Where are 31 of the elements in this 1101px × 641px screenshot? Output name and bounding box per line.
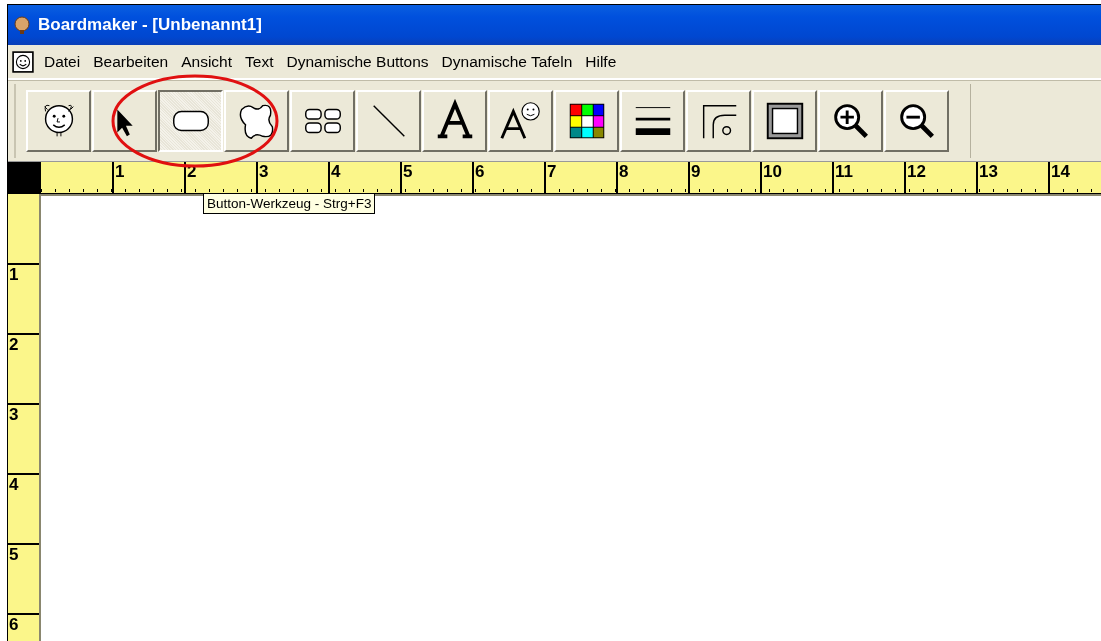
menu-item[interactable]: Text — [241, 52, 283, 71]
ruler-label: 1 — [8, 265, 19, 284]
ruler-label: 4 — [8, 475, 19, 494]
ruler-label: 3 — [8, 405, 19, 424]
ruler-label: 2 — [8, 335, 19, 354]
tooltip: Button-Werkzeug - Strg+F3 — [203, 193, 376, 214]
menu-item[interactable]: Hilfe — [581, 52, 626, 71]
face-icon — [12, 15, 32, 35]
ruler-label: 7 — [546, 162, 557, 181]
ruler-label: 6 — [474, 162, 485, 181]
ruler-label: 9 — [690, 162, 701, 181]
ruler-label: 12 — [906, 162, 926, 181]
face-icon[interactable] — [12, 50, 34, 73]
tool-button[interactable] — [158, 89, 223, 152]
ruler-label: 5 — [8, 545, 19, 564]
menu-item[interactable]: Dynamische Tafeln — [437, 52, 582, 71]
menu-item[interactable]: Datei — [40, 52, 90, 71]
ruler-label: 14 — [1050, 162, 1070, 181]
window-title: Boardmaker - [Unbenannt1] — [38, 15, 262, 35]
ruler-label: 13 — [978, 162, 998, 181]
ruler-label: 6 — [8, 615, 19, 634]
ruler-label: 4 — [330, 162, 341, 181]
ruler-label: 11 — [834, 162, 853, 181]
ruler-label: 10 — [762, 162, 782, 181]
ruler-label: 8 — [618, 162, 629, 181]
menu-item[interactable]: Bearbeiten — [89, 52, 178, 71]
ruler-label: 1 — [114, 162, 125, 181]
menu-item[interactable]: Ansicht — [177, 52, 241, 71]
ruler-label: 5 — [402, 162, 413, 181]
menu-item[interactable]: Dynamische Buttons — [282, 52, 438, 71]
ruler-label: 3 — [258, 162, 269, 181]
